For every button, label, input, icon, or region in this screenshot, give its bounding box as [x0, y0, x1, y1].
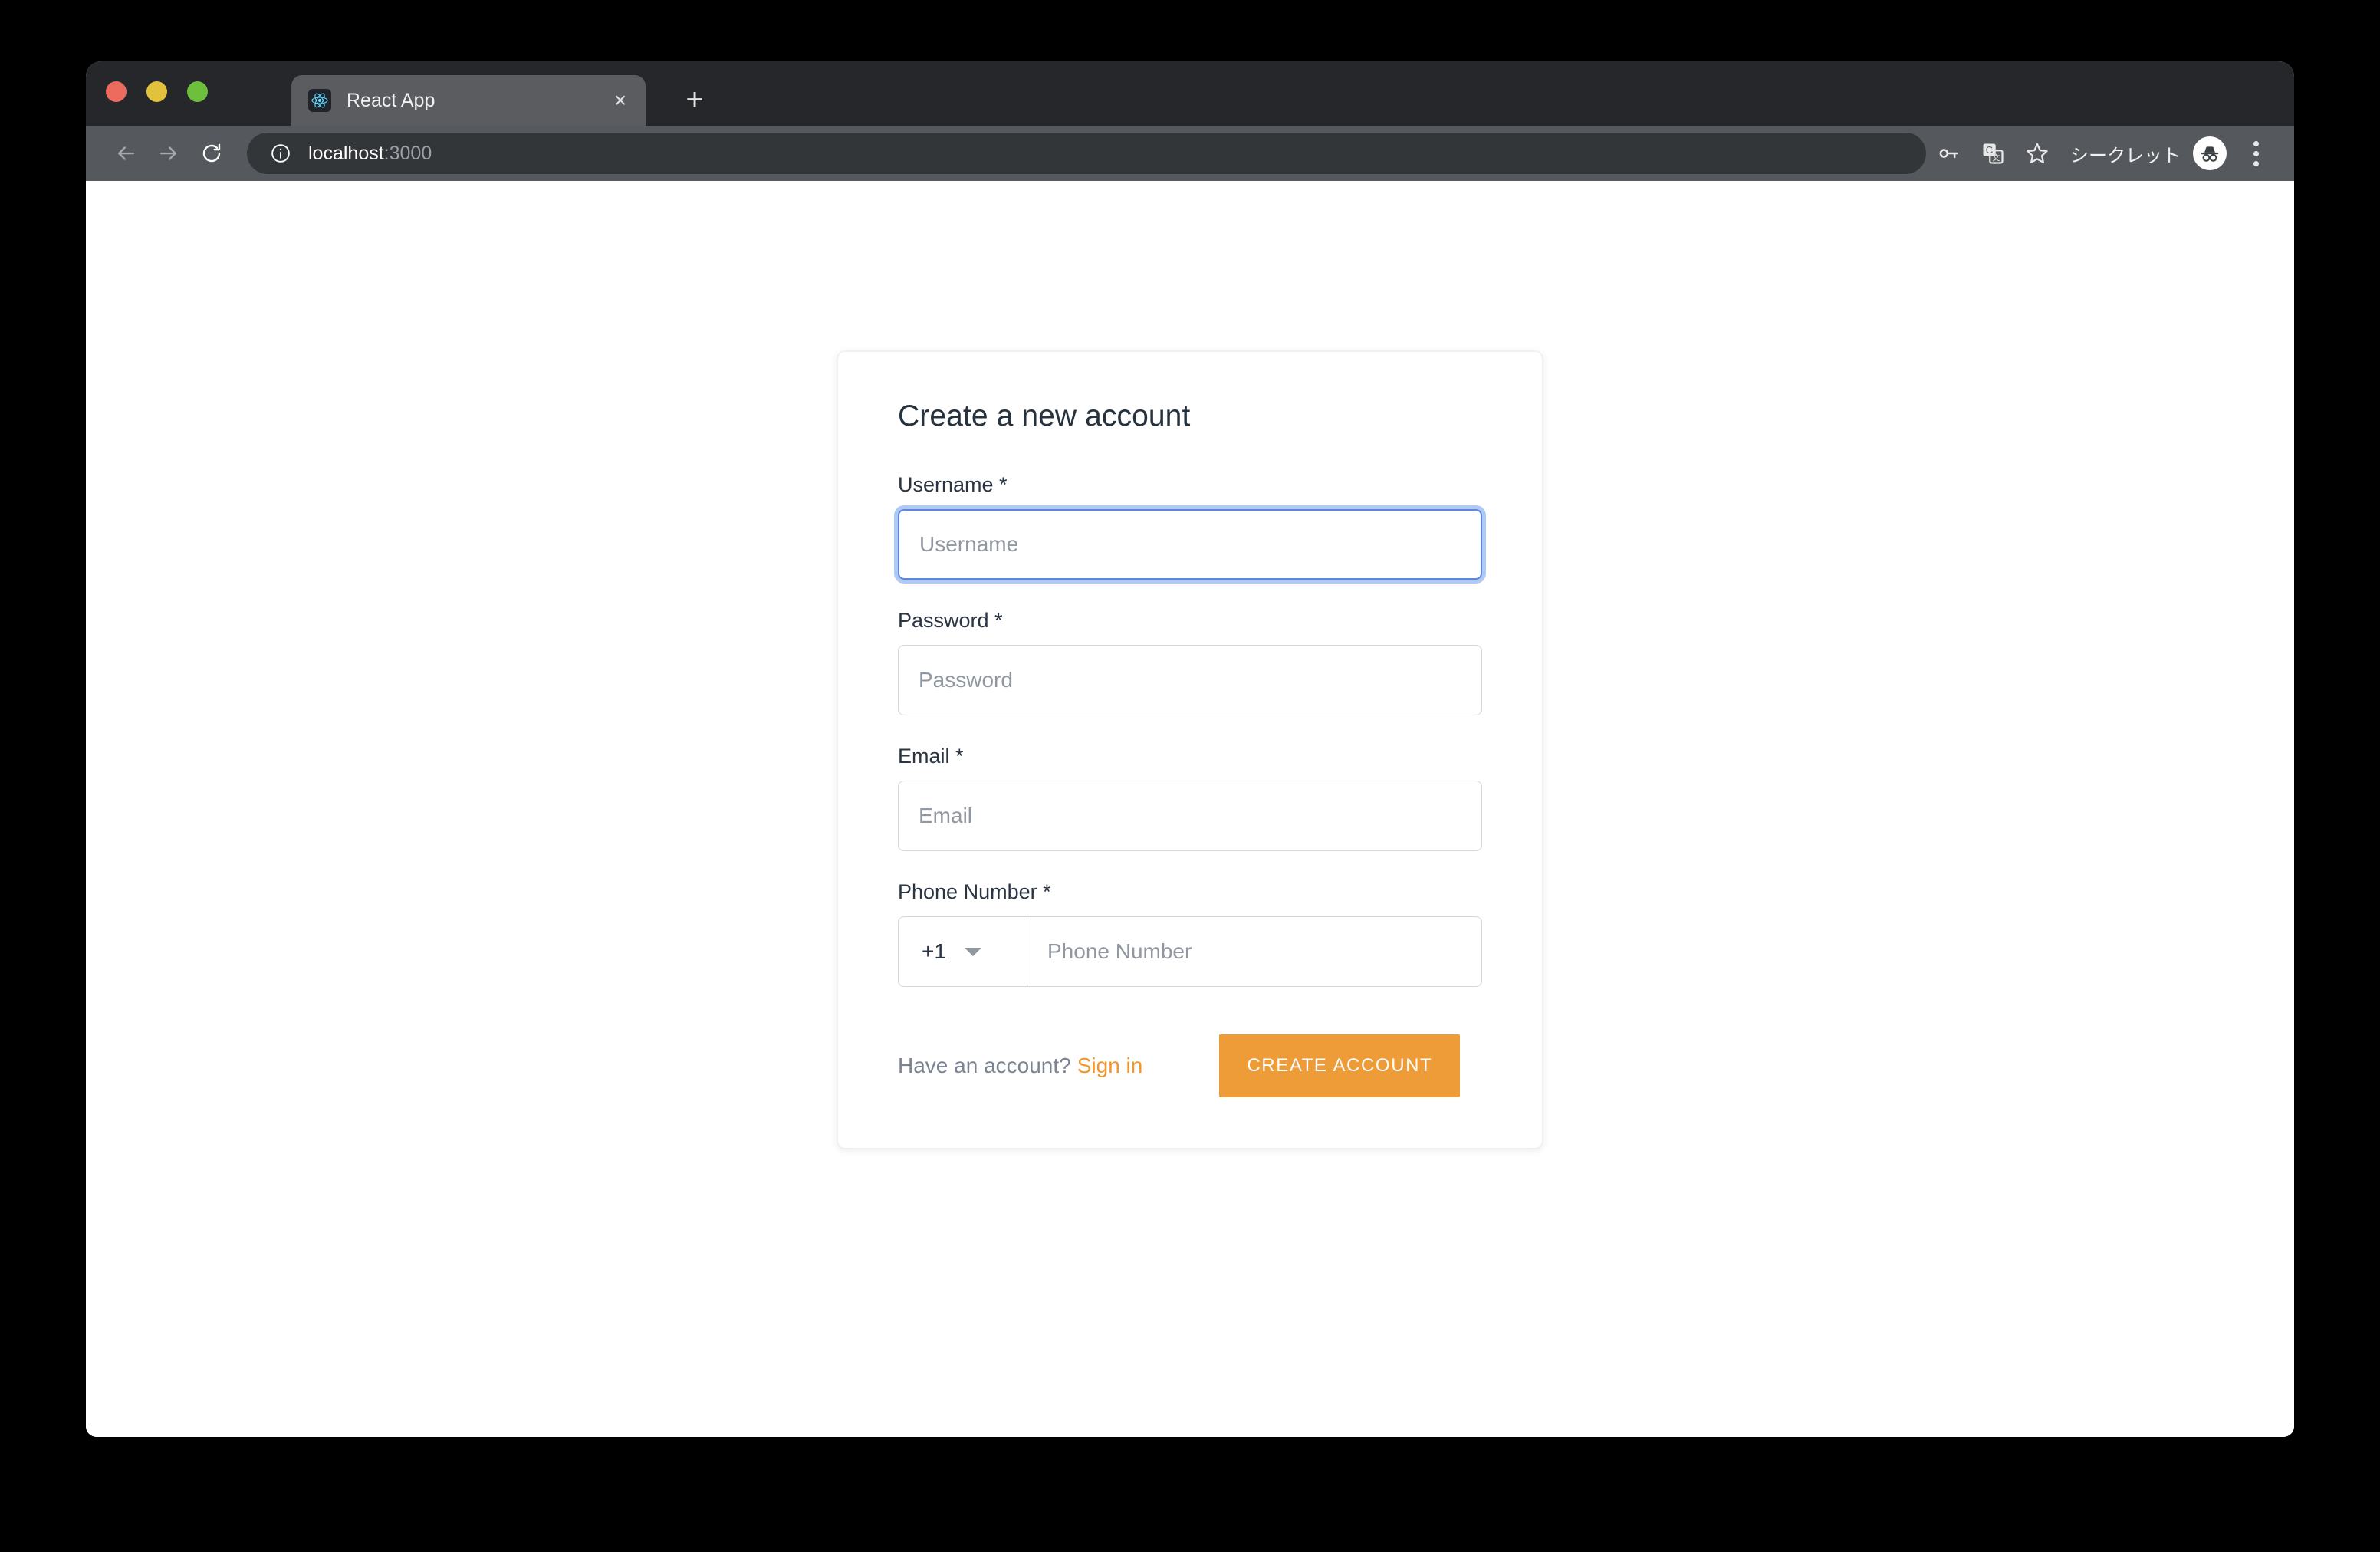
- password-field-group: Password *: [898, 609, 1482, 715]
- page-viewport: Create a new account Username * Password…: [86, 181, 2294, 1437]
- close-icon[interactable]: ×: [603, 83, 638, 118]
- key-icon[interactable]: [1926, 131, 1971, 176]
- country-code-value: +1: [922, 939, 946, 963]
- browser-tab[interactable]: React App ×: [291, 75, 646, 126]
- address-bar[interactable]: localhost:3000: [247, 133, 1926, 174]
- phone-label: Phone Number *: [898, 880, 1051, 903]
- card-footer: Have an account? Sign in CREATE ACCOUNT: [898, 1034, 1482, 1097]
- have-account-text: Have an account?: [898, 1054, 1071, 1077]
- new-tab-button[interactable]: +: [675, 80, 715, 120]
- sign-in-link[interactable]: Sign in: [1077, 1054, 1143, 1078]
- signup-card: Create a new account Username * Password…: [837, 351, 1543, 1149]
- info-circle-icon[interactable]: [270, 143, 291, 164]
- window-maximize-button[interactable]: [187, 81, 208, 102]
- bookmark-star-icon[interactable]: [2015, 131, 2059, 176]
- window-controls: [106, 81, 208, 102]
- phone-input-row: +1: [898, 916, 1482, 987]
- browser-window: React App × + localhost:3000 G 文 シークレット …: [86, 61, 2294, 1437]
- page-title: Create a new account: [898, 400, 1191, 432]
- toolbar-actions: G 文 シークレット: [1926, 131, 2276, 176]
- reload-icon[interactable]: [190, 132, 233, 175]
- window-close-button[interactable]: [106, 81, 127, 102]
- password-label: Password *: [898, 609, 1003, 632]
- phone-field-group: Phone Number * +1: [898, 880, 1482, 987]
- username-label: Username *: [898, 473, 1008, 496]
- incognito-icon[interactable]: [2193, 136, 2227, 170]
- phone-number-input[interactable]: [1027, 917, 1481, 986]
- email-input[interactable]: [898, 781, 1482, 851]
- email-label: Email *: [898, 745, 964, 768]
- username-field-group: Username *: [898, 473, 1482, 580]
- url-host: localhost: [308, 142, 384, 164]
- address-bar-url: localhost:3000: [308, 143, 432, 165]
- email-field-group: Email *: [898, 745, 1482, 851]
- tab-strip: React App × +: [86, 61, 2294, 126]
- url-port: :3000: [383, 142, 432, 164]
- react-logo-icon: [308, 89, 331, 112]
- username-input[interactable]: [898, 509, 1482, 580]
- profile-label: シークレット: [2070, 145, 2181, 166]
- tab-title: React App: [347, 89, 436, 111]
- svg-text:文: 文: [1992, 153, 2000, 163]
- browser-toolbar: localhost:3000 G 文 シークレット: [86, 126, 2294, 181]
- back-arrow-icon[interactable]: [104, 132, 147, 175]
- forward-arrow-icon[interactable]: [147, 132, 190, 175]
- chevron-down-icon: [964, 947, 981, 956]
- three-dot-menu-icon[interactable]: [2236, 133, 2276, 173]
- create-account-button[interactable]: CREATE ACCOUNT: [1219, 1034, 1461, 1097]
- translate-icon[interactable]: G 文: [1971, 131, 2015, 176]
- password-input[interactable]: [898, 645, 1482, 715]
- window-minimize-button[interactable]: [146, 81, 167, 102]
- country-code-select[interactable]: +1: [899, 917, 1027, 986]
